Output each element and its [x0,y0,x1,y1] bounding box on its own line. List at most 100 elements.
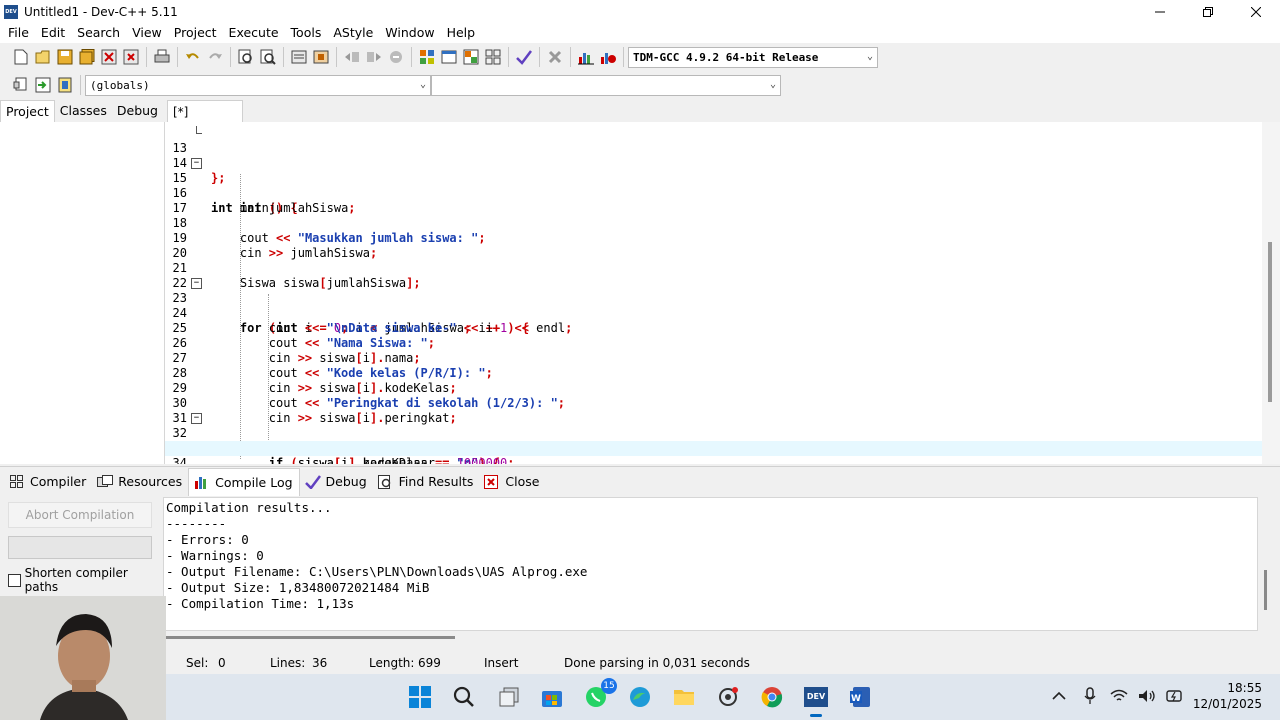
fold-toggle-icon[interactable]: − [191,413,202,424]
code-line: 30 cin >> siswa[i].peringkat; [165,381,1262,425]
redo-icon[interactable] [206,48,224,66]
editor-vertical-scrollbar[interactable] [1262,122,1280,464]
menu-astyle[interactable]: AStyle [327,23,379,43]
delete-profile-icon[interactable] [599,48,617,66]
maximize-button[interactable] [1184,0,1232,23]
search-icon[interactable] [449,682,479,712]
comment-icon[interactable] [387,48,405,66]
windows-taskbar: 15 DEV W 18:55 12/01/2025 [166,674,1280,720]
word-icon[interactable]: W [845,682,875,712]
compiler-select[interactable]: TDM-GCC 4.9.2 64-bit Release ⌄ [628,46,878,68]
close-button[interactable] [1232,0,1280,23]
tab-untitled1[interactable]: [*] Untitled1 [167,100,243,141]
close-all-icon[interactable] [122,48,140,66]
whatsapp-icon[interactable]: 15 [581,678,617,712]
undo-icon[interactable] [184,48,202,66]
menu-file[interactable]: File [2,23,35,43]
scrollbar-thumb[interactable] [1268,242,1272,402]
menu-project[interactable]: Project [168,23,223,43]
tab-compiler-label: Compiler [30,474,87,489]
task-view-icon[interactable] [494,682,524,712]
tab-resources[interactable]: Resources [92,469,188,495]
profile-icon[interactable] [577,48,595,66]
settings-icon[interactable] [713,682,743,712]
tab-debug[interactable]: Debug [112,100,163,122]
run-icon[interactable] [440,48,458,66]
goto-line-icon[interactable] [290,48,308,66]
code-line: 24 cout << "\nData siswa ke-" << i+1 << … [165,291,1262,335]
compile-log[interactable]: Compilation results... -------- - Errors… [163,497,1258,631]
goto-declaration-icon[interactable] [56,76,74,94]
chevron-up-icon[interactable] [1052,690,1066,704]
menu-tools[interactable]: Tools [285,23,328,43]
scope-select[interactable]: (globals) ⌄ [85,74,431,96]
tab-compile-log[interactable]: Compile Log [188,467,300,496]
microsoft-store-icon[interactable] [537,682,567,712]
clock[interactable]: 18:55 12/01/2025 [1193,680,1262,712]
insert-icon[interactable] [12,76,30,94]
menu-edit[interactable]: Edit [35,23,71,43]
stop-execution-icon[interactable] [546,48,564,66]
new-file-icon[interactable] [12,48,30,66]
start-icon[interactable] [405,682,435,712]
save-all-icon[interactable] [78,48,96,66]
shorten-paths-checkbox[interactable] [8,573,21,587]
log-horizontal-scrollbar[interactable] [165,636,455,639]
unindent-icon[interactable] [343,48,361,66]
syntax-check-icon[interactable] [515,48,533,66]
rebuild-icon[interactable] [484,48,502,66]
compile-controls: Abort Compilation Shorten compiler paths [0,496,160,596]
code-editor[interactable]: 13 }; 14 15 − int main() { 16 int jumlah… [165,122,1280,464]
print-icon[interactable] [153,48,171,66]
open-file-icon[interactable] [34,48,52,66]
shorten-paths-label: Shorten compiler paths [24,566,128,594]
goto-definition-icon[interactable] [34,76,52,94]
code-line: 28 cin >> siswa[i].kodeKelas; [165,351,1262,395]
menu-help[interactable]: Help [441,23,482,43]
menu-window[interactable]: Window [379,23,440,43]
volume-icon[interactable] [1138,689,1156,706]
grid-icon [8,474,26,490]
code-line: 31 [165,396,1262,425]
fold-toggle-icon[interactable]: − [191,278,202,289]
tab-compiler[interactable]: Compiler [4,469,92,495]
wifi-icon[interactable] [1110,689,1128,706]
devcpp-taskbar-icon[interactable]: DEV [801,682,831,717]
close-file-icon[interactable] [100,48,118,66]
fold-toggle-icon[interactable]: − [191,158,202,169]
devcpp-app-icon: DEV [4,4,18,19]
shorten-paths-option[interactable]: Shorten compiler paths [8,566,160,594]
menu-search[interactable]: Search [71,23,126,43]
project-browser[interactable] [0,122,165,464]
find-icon[interactable] [237,48,255,66]
save-icon[interactable] [56,48,74,66]
status-length-value: 699 [418,656,441,670]
bookmark-icon[interactable] [312,48,330,66]
tab-debug-output[interactable]: Debug [300,469,373,495]
edge-icon[interactable] [625,682,655,712]
tab-classes[interactable]: Classes [55,100,112,122]
file-explorer-icon[interactable] [669,682,699,712]
minimize-button[interactable] [1136,0,1184,23]
replace-icon[interactable] [259,48,277,66]
indent-icon[interactable] [365,48,383,66]
battery-icon[interactable] [1166,688,1184,707]
tab-resources-label: Resources [118,474,183,489]
main-toolbar: TDM-GCC 4.9.2 64-bit Release ⌄ [0,43,1280,71]
compile-run-icon[interactable] [462,48,480,66]
symbol-select[interactable]: ⌄ [431,74,781,96]
compile-icon[interactable] [418,48,436,66]
close-panel-icon [483,474,501,490]
chrome-icon[interactable] [757,682,787,712]
log-line: - Output Filename: C:\Users\PLN\Download… [166,564,588,579]
menu-view[interactable]: View [126,23,168,43]
tab-close[interactable]: Close [479,469,545,495]
tab-find-results-label: Find Results [398,474,474,489]
microphone-icon[interactable] [1084,686,1096,708]
tab-project[interactable]: Project [0,100,55,122]
abort-compilation-button[interactable]: Abort Compilation [8,502,152,528]
log-vertical-scrollbar[interactable] [1264,570,1267,610]
code-line: 20 [165,231,1262,260]
menu-execute[interactable]: Execute [223,23,285,43]
tab-find-results[interactable]: Find Results [373,469,480,495]
